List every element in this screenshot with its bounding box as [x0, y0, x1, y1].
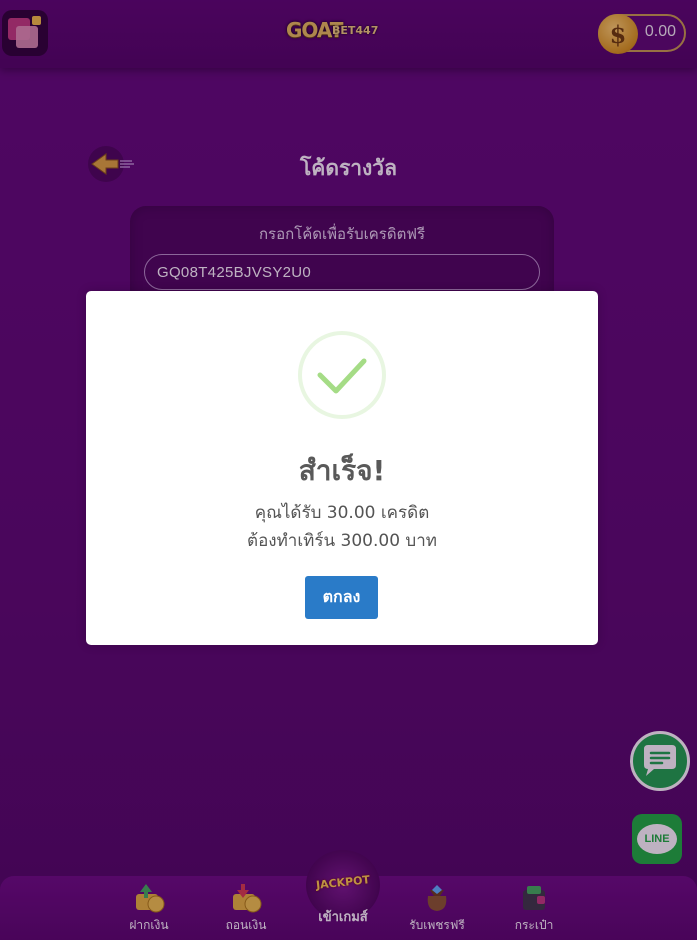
dialog-credit-text: คุณได้รับ 30.00 เครดิต	[254, 503, 430, 523]
confirm-button[interactable]: ตกลง	[305, 576, 378, 619]
dialog-title: สำเร็จ!	[298, 454, 386, 487]
dialog-turnover-text: ต้องทำเทิร์น 300.00 บาท	[247, 531, 437, 551]
success-dialog: สำเร็จ! คุณได้รับ 30.00 เครดิต ต้องทำเทิ…	[86, 291, 598, 645]
success-check-icon	[298, 331, 386, 419]
